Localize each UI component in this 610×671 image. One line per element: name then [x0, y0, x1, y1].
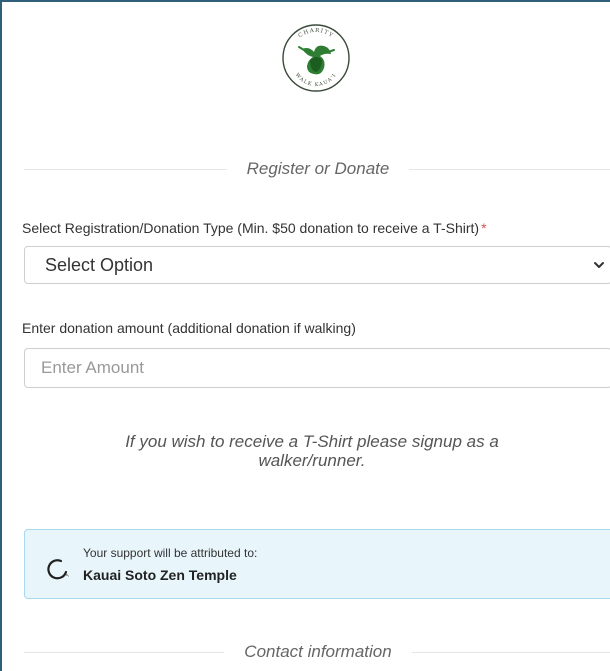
register-section-title: Register or Donate [246, 159, 390, 178]
registration-type-selected-value: Select Option [45, 254, 154, 275]
contact-section-title: Contact information [244, 642, 392, 661]
chevron-down-icon [594, 262, 604, 268]
divider-line [24, 651, 225, 653]
donation-amount-label: Enter donation amount (additional donati… [22, 320, 356, 336]
registration-type-label: Select Registration/Donation Type (Min. … [22, 220, 487, 236]
registration-type-select[interactable]: Select Option [24, 246, 610, 284]
donation-amount-input[interactable] [24, 348, 610, 388]
contact-section-header: Contact information [24, 640, 610, 664]
required-asterisk: * [481, 220, 487, 236]
support-attribution-box: Your support will be attributed to: Kaua… [24, 529, 610, 599]
charity-walk-logo: CHARITY WALK KAUA'I [274, 16, 358, 100]
logo-icon: CHARITY WALK KAUA'I [282, 24, 350, 92]
tshirt-note: If you wish to receive a T-Shirt please … [125, 432, 499, 470]
register-section-header: Register or Donate [24, 157, 610, 181]
divider-line [24, 168, 227, 170]
support-organization-name: Kauai Soto Zen Temple [83, 567, 237, 583]
support-caption: Your support will be attributed to: [83, 546, 258, 560]
divider-line [411, 651, 610, 653]
enso-circle-icon [47, 559, 69, 580]
page-frame: CHARITY WALK KAUA'I Register or Donate S… [0, 0, 610, 671]
registration-type-label-text: Select Registration/Donation Type (Min. … [22, 220, 480, 236]
divider-line [409, 168, 610, 170]
